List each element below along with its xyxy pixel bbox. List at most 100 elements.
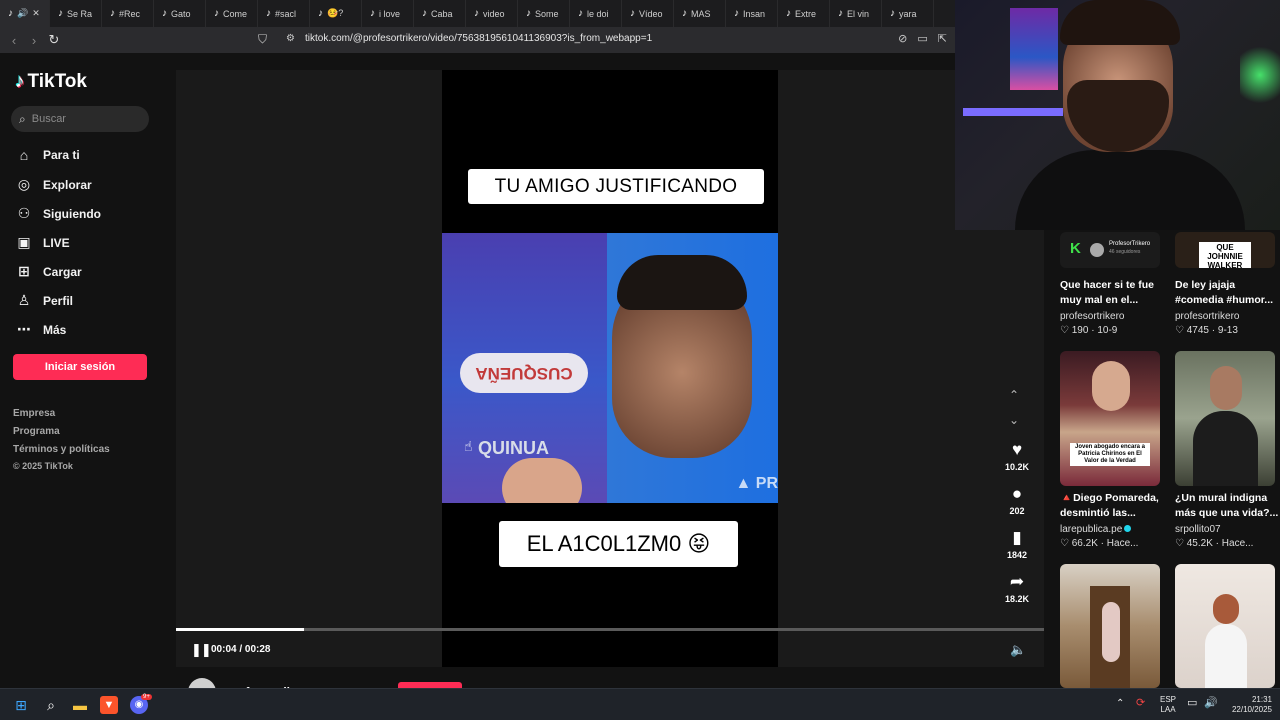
upload-icon: ⊞ [18,263,30,279]
video-player[interactable]: TU AMIGO JUSTIFICANDO CUSQUEÑA QUINUA ▲ … [176,70,1044,667]
chevron-down-icon[interactable]: ⌄ [1009,413,1019,427]
browser-tab[interactable]: ♪ yara [882,0,934,27]
sidebar-item-para-ti[interactable]: ⌂ Para ti [16,147,80,163]
heart-outline-icon: ♡ [1060,538,1072,549]
sidebar-item-cargar[interactable]: ⊞ Cargar [16,263,82,280]
cast-icon[interactable]: ▭ [917,32,927,45]
search-input[interactable]: ⌕ Buscar [11,106,149,132]
footer-link-programa[interactable]: Programa [13,426,60,437]
browser-tab-active[interactable]: ♪ 🔊 ✕ [0,0,50,27]
footer-link-terminos[interactable]: Términos y políticas [13,444,110,455]
rec-title[interactable]: De ley jajaja #comedia #humor... [1175,278,1273,308]
network-icon[interactable]: ▭ [1187,698,1197,709]
tiktok-favicon-icon: ♪ [8,8,13,19]
rec-author[interactable]: profesortrikero [1175,311,1239,322]
progress-bar[interactable] [176,628,1044,631]
heart-icon: ♥ [1011,440,1023,459]
verified-icon [1124,525,1132,532]
browser-tab[interactable]: ♪ le doi [570,0,622,27]
back-icon[interactable]: ‹ [4,33,24,48]
no-tracking-icon[interactable]: ⊘ [898,32,907,45]
pause-icon[interactable]: ❚❚ [191,642,212,658]
browser-tab[interactable]: ♪ El vin [830,0,882,27]
chevron-up-icon[interactable]: ⌃ [1009,388,1019,402]
sync-icon[interactable]: ⟳ [1136,698,1145,709]
tiktok-favicon-icon: ♪ [786,8,791,19]
browser-tab[interactable]: ♪ #sacl [258,0,310,27]
browser-tab[interactable]: ♪ 🤒? [310,0,362,27]
volume-icon[interactable]: 🔈 [1010,642,1026,658]
rec-stats: ♡ 45.2K · Hace... [1175,538,1254,549]
thumb-person [1213,594,1239,624]
rec-title[interactable]: 🔺Diego Pomareda, desmintió las... [1060,491,1159,521]
cursor-icon: ☝ [464,438,473,454]
sidebar-item-live[interactable]: ▣ LIVE [16,234,69,251]
rec-thumbnail[interactable]: QUE JOHNNIE WALKER [1175,232,1275,268]
like-action[interactable]: ♥ 10.2K [1003,440,1031,472]
rec-thumbnail[interactable] [1175,351,1275,486]
close-tab-icon[interactable]: ✕ [32,8,40,19]
reload-icon[interactable]: ↻ [44,32,64,48]
watermark: ▲ PR [735,475,778,492]
rec-author[interactable]: srpollito07 [1175,524,1221,535]
comment-count: 202 [1009,506,1025,516]
tiktok-logo[interactable]: ♪ TikTok [15,71,87,93]
tiktok-favicon-icon: ♪ [266,8,271,19]
browser-tab[interactable]: ♪ Some [518,0,570,27]
browser-tab[interactable]: ♪ Insan [726,0,778,27]
sidebar-item-explorar[interactable]: ◎ Explorar [16,176,92,193]
browser-tab[interactable]: ♪ Extre [778,0,830,27]
audio-icon[interactable]: 🔊 [17,8,28,19]
bookmark-icon[interactable]: ⛉ [258,32,267,47]
k-logo-icon: K [1070,240,1081,257]
tiktok-favicon-icon: ♪ [422,8,427,19]
file-explorer-icon[interactable]: ▬ [71,696,89,714]
bottle-sub-label: QUINUA [478,438,549,458]
thumb-shirt [1193,411,1258,486]
browser-tab[interactable]: ♪ Come [206,0,258,27]
sidebar-item-perfil[interactable]: ♙ Perfil [16,292,73,309]
comment-action[interactable]: ● 202 [1003,484,1031,516]
tray-chevron-icon[interactable]: ⌃ [1116,699,1124,709]
footer-link-empresa[interactable]: Empresa [13,408,55,419]
browser-tab[interactable]: ♪ MAS [674,0,726,27]
tiktok-favicon-icon: ♪ [578,8,583,19]
search-icon[interactable]: ⌕ [42,696,60,714]
save-action[interactable]: ▮ 1842 [1003,528,1031,560]
forward-icon[interactable]: › [24,33,44,48]
clock[interactable]: 21:31 22/10/2025 [1228,695,1272,715]
browser-tab[interactable]: ♪ Gato [154,0,206,27]
url-field[interactable]: tiktok.com/@profesortrikero/video/756381… [305,33,652,44]
save-count: 1842 [1006,550,1028,560]
heart-outline-icon: ♡ [1175,538,1187,549]
browser-tab[interactable]: ♪ Caba [414,0,466,27]
rec-thumbnail[interactable]: K ProfesorTrikero 46 seguidores [1060,232,1160,268]
windows-start-icon[interactable]: ⊞ [12,696,30,714]
rec-thumbnail[interactable] [1175,564,1275,688]
rec-title[interactable]: Que hacer si te fue muy mal en el... [1060,278,1154,308]
rec-author[interactable]: larepublica.pe [1060,524,1132,535]
sidebar-item-siguiendo[interactable]: ⚇ Siguiendo [16,205,101,222]
browser-tab[interactable]: ♪ video [466,0,518,27]
site-info-icon[interactable]: ⚙ [286,33,295,44]
share-icon[interactable]: ⇱ [938,32,947,45]
volume-icon[interactable]: 🔊 [1204,698,1218,709]
caption-bottom: EL A1C0L1ZM0 😝 [499,521,738,567]
login-button[interactable]: Iniciar sesión [13,354,147,380]
tiktok-favicon-icon: ♪ [890,8,895,19]
browser-tab[interactable]: ♪ Se Ra [50,0,102,27]
language-indicator[interactable]: ESP LAA [1160,695,1176,715]
like-count: 10.2K [1004,462,1030,472]
rec-thumbnail[interactable]: Joven abogado encara a Patricia Chirinos… [1060,351,1160,486]
rec-title[interactable]: ¿Un mural indigna más que una vida?... [1175,491,1278,521]
caption-top: TU AMIGO JUSTIFICANDO [468,169,764,204]
rec-thumbnail[interactable] [1060,564,1160,688]
browser-tab[interactable]: ♪ Vídeo [622,0,674,27]
video-frame[interactable]: TU AMIGO JUSTIFICANDO CUSQUEÑA QUINUA ▲ … [442,70,778,667]
sidebar-item-mas[interactable]: ⋯ Más [16,321,66,338]
browser-tab[interactable]: ♪ #Rec [102,0,154,27]
browser-tab[interactable]: ♪ i love [362,0,414,27]
share-action[interactable]: ➦ 18.2K [1003,572,1031,604]
rec-author[interactable]: profesortrikero [1060,311,1124,322]
brave-browser-icon[interactable]: ▼ [100,696,118,714]
